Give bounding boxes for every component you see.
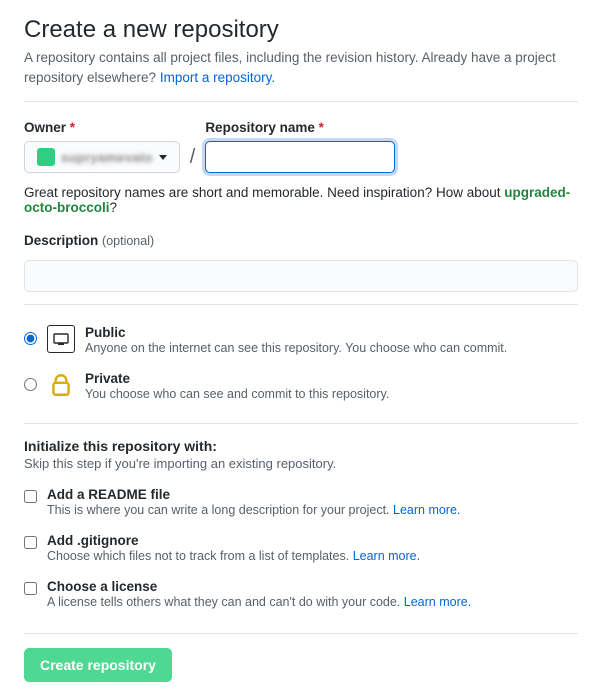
owner-label-text: Owner: [24, 120, 66, 135]
private-desc: You choose who can see and commit to thi…: [85, 387, 389, 401]
readme-desc: This is where you can write a long descr…: [47, 503, 460, 517]
readme-learn-more-link[interactable]: Learn more.: [393, 503, 460, 517]
gitignore-checkbox[interactable]: [24, 536, 37, 549]
repository-name-input[interactable]: [205, 141, 395, 173]
owner-select-button[interactable]: supryamevato: [24, 141, 180, 173]
subtitle-text: A repository contains all project files,…: [24, 50, 556, 85]
license-desc-text: A license tells others what they can and…: [47, 595, 404, 609]
import-repository-link[interactable]: Import a repository.: [160, 70, 275, 85]
owner-username: supryamevato: [61, 150, 153, 165]
readme-checkbox[interactable]: [24, 490, 37, 503]
required-asterisk: *: [70, 120, 75, 135]
license-checkbox[interactable]: [24, 582, 37, 595]
private-radio[interactable]: [24, 378, 37, 391]
divider: [24, 304, 578, 305]
gitignore-title: Add .gitignore: [47, 533, 420, 548]
initialize-sub: Skip this step if you're importing an ex…: [24, 456, 578, 471]
page-title: Create a new repository: [24, 16, 578, 44]
repo-name-label: Repository name *: [205, 120, 395, 135]
public-title: Public: [85, 325, 507, 340]
inspiration-prefix: Great repository names are short and mem…: [24, 185, 504, 200]
divider: [24, 101, 578, 102]
path-separator: /: [188, 146, 198, 173]
public-radio[interactable]: [24, 332, 37, 345]
license-desc: A license tells others what they can and…: [47, 595, 471, 609]
gitignore-desc: Choose which files not to track from a l…: [47, 549, 420, 563]
repo-public-icon: [47, 325, 75, 353]
description-label-text: Description: [24, 233, 98, 248]
readme-title: Add a README file: [47, 487, 460, 502]
license-learn-more-link[interactable]: Learn more.: [404, 595, 471, 609]
repo-name-label-text: Repository name: [205, 120, 315, 135]
inspiration-suffix: ?: [110, 200, 118, 215]
divider: [24, 633, 578, 634]
owner-label: Owner *: [24, 120, 180, 135]
description-input[interactable]: [24, 260, 578, 292]
optional-text: (optional): [102, 234, 154, 248]
public-desc: Anyone on the internet can see this repo…: [85, 341, 507, 355]
create-repository-button[interactable]: Create repository: [24, 648, 172, 682]
private-title: Private: [85, 371, 389, 386]
page-subtitle: A repository contains all project files,…: [24, 48, 578, 87]
description-label: Description (optional): [24, 233, 578, 248]
inspiration-text: Great repository names are short and mem…: [24, 185, 578, 215]
gitignore-desc-text: Choose which files not to track from a l…: [47, 549, 353, 563]
gitignore-learn-more-link[interactable]: Learn more.: [353, 549, 420, 563]
lock-icon: [47, 371, 75, 399]
chevron-down-icon: [159, 155, 167, 160]
required-asterisk: *: [319, 120, 324, 135]
readme-desc-text: This is where you can write a long descr…: [47, 503, 393, 517]
initialize-heading: Initialize this repository with:: [24, 438, 578, 454]
avatar-icon: [37, 148, 55, 166]
divider: [24, 423, 578, 424]
license-title: Choose a license: [47, 579, 471, 594]
